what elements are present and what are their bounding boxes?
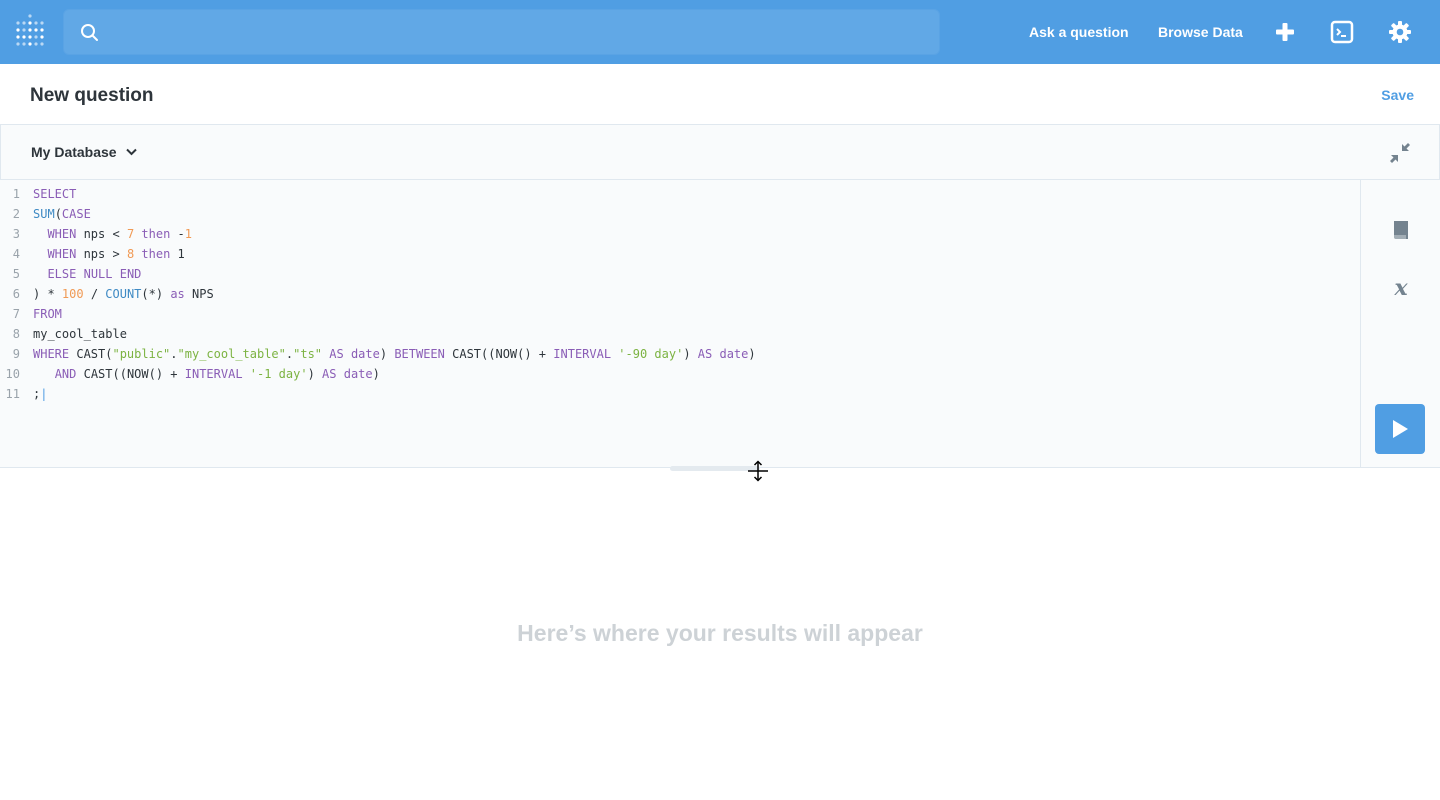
code-line: 2 SUM(CASE <box>0 204 756 224</box>
top-navigation: Ask a question Browse Data <box>0 0 1440 64</box>
editor-sidebar: x <box>1360 180 1440 468</box>
database-bar: My Database <box>0 124 1440 180</box>
code-line: 5 ELSE NULL END <box>0 264 756 284</box>
line-number: 8 <box>12 327 20 341</box>
search-icon <box>81 24 98 41</box>
line-number: 5 <box>12 267 20 281</box>
code-line: 6) * 100 / COUNT(*) as NPS <box>0 284 756 304</box>
browse-data-link[interactable]: Browse Data <box>1158 22 1243 42</box>
code-line: 7 FROM <box>0 304 756 324</box>
line-number: 2 <box>12 207 20 221</box>
code-line: 1 SELECT <box>0 184 756 204</box>
code-area[interactable]: 1 SELECT 2 SUM(CASE 3 WHEN nps < 7 then -1… <box>0 184 756 404</box>
line-number: 3 <box>12 227 20 241</box>
question-header: New question Save <box>0 64 1440 124</box>
sql-editor[interactable]: 1 SELECT 2 SUM(CASE 3 WHEN nps < 7 then -1… <box>0 180 1361 468</box>
line-number: 6 <box>12 287 20 301</box>
code-line: 3 WHEN nps < 7 then -1 <box>0 224 756 244</box>
resize-cursor-icon <box>748 460 768 482</box>
code-line: 11 ;| <box>0 384 756 404</box>
sql-terminal-icon[interactable] <box>1330 20 1354 44</box>
line-number: 4 <box>12 247 20 261</box>
results-placeholder: Here’s where your results will appear <box>517 620 923 646</box>
data-reference-icon[interactable] <box>1389 218 1413 242</box>
svg-text:x: x <box>1393 276 1408 300</box>
play-icon <box>1393 420 1408 438</box>
line-number: 9 <box>12 347 20 361</box>
code-line: 8 my_cool_table <box>0 324 756 344</box>
line-number: 7 <box>12 307 20 321</box>
line-number: 11 <box>5 387 20 401</box>
variables-icon[interactable]: x <box>1389 276 1413 300</box>
line-number: 10 <box>5 367 20 381</box>
database-picker-label: My Database <box>31 144 117 160</box>
search-input[interactable] <box>112 10 912 54</box>
page-title: New question <box>30 85 154 106</box>
metabase-logo-icon[interactable] <box>16 14 48 48</box>
save-button[interactable]: Save <box>1381 87 1414 103</box>
collapse-editor-icon[interactable] <box>1389 142 1411 164</box>
gear-icon[interactable] <box>1388 20 1412 44</box>
line-number: 1 <box>12 187 20 201</box>
search-bar[interactable] <box>63 9 940 55</box>
plus-icon[interactable] <box>1273 20 1297 44</box>
code-line: 4 WHEN nps > 8 then 1 <box>0 244 756 264</box>
code-line: 10 AND CAST((NOW() + INTERVAL '-1 day') … <box>0 364 756 384</box>
database-picker[interactable]: My Database <box>31 144 137 160</box>
chevron-down-icon <box>125 148 137 156</box>
code-line: 9 WHERE CAST("public"."my_cool_table"."ts… <box>0 344 756 364</box>
ask-a-question-link[interactable]: Ask a question <box>1029 22 1129 42</box>
run-query-button[interactable] <box>1375 404 1425 454</box>
